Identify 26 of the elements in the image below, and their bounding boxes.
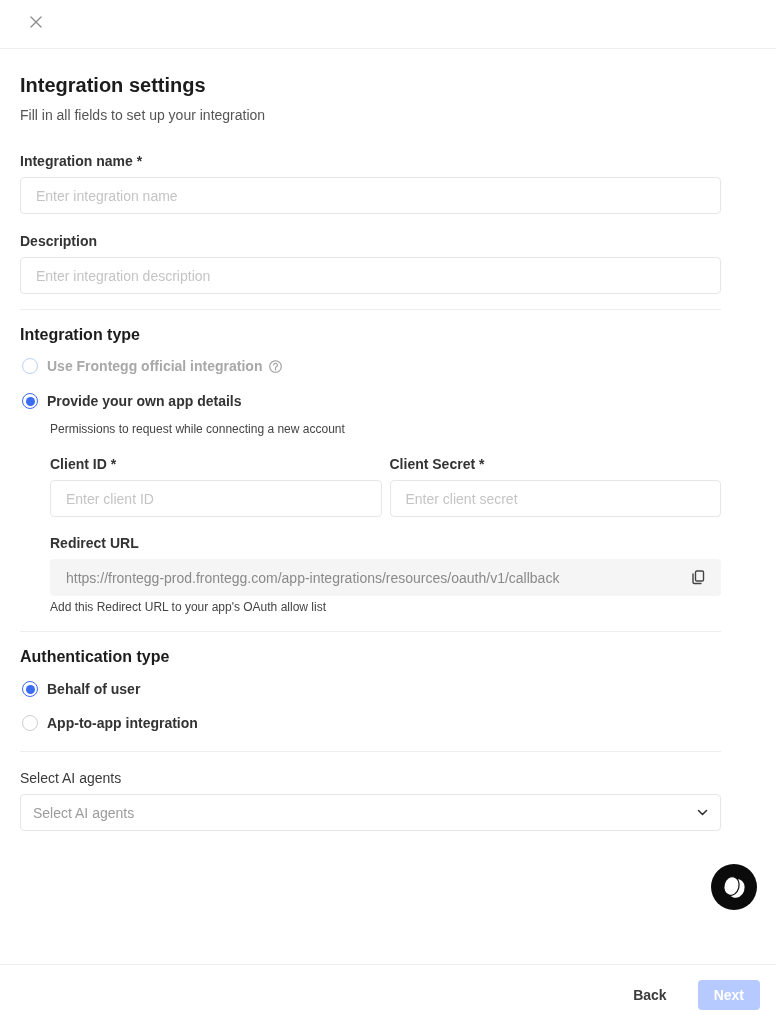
dialog-title: Integration settings (20, 73, 206, 97)
field-label: Client ID * (50, 455, 117, 473)
text-input-field[interactable]: Enter integration name (20, 177, 721, 214)
radio-label[interactable]: Provide your own app details (47, 392, 242, 410)
copy-icon[interactable] (691, 570, 705, 585)
helper-text: Add this Redirect URL to your app's OAuth allow list (50, 599, 326, 615)
section-heading: Integration type (20, 325, 140, 345)
field-label: Description (20, 232, 97, 250)
text-input-field[interactable]: Enter client secret (389, 480, 721, 517)
text-input-field[interactable]: Enter integration description (20, 257, 721, 294)
radio-button[interactable] (22, 393, 38, 409)
dialog-subtitle: Fill in all fields to set up your integration (20, 106, 266, 124)
field-label: Integration name * (20, 152, 143, 170)
radio-label[interactable]: App-to-app integration (47, 714, 198, 732)
launcher-logo-icon[interactable] (711, 864, 757, 910)
close-icon[interactable] (30, 16, 42, 28)
radio-button[interactable] (22, 681, 38, 697)
text-button[interactable]: Back (625, 979, 675, 1010)
text-input-field[interactable]: Enter client ID (50, 480, 382, 517)
field-label: Client Secret * (389, 455, 485, 473)
chevron-down-icon (697, 809, 708, 816)
field-label: Redirect URL (50, 534, 139, 552)
radio-label[interactable]: Behalf of user (47, 680, 141, 698)
field-label: Select AI agents (20, 769, 122, 787)
helper-text: Permissions to request while connecting a new account (50, 421, 345, 437)
section-heading: Authentication type (20, 647, 170, 667)
